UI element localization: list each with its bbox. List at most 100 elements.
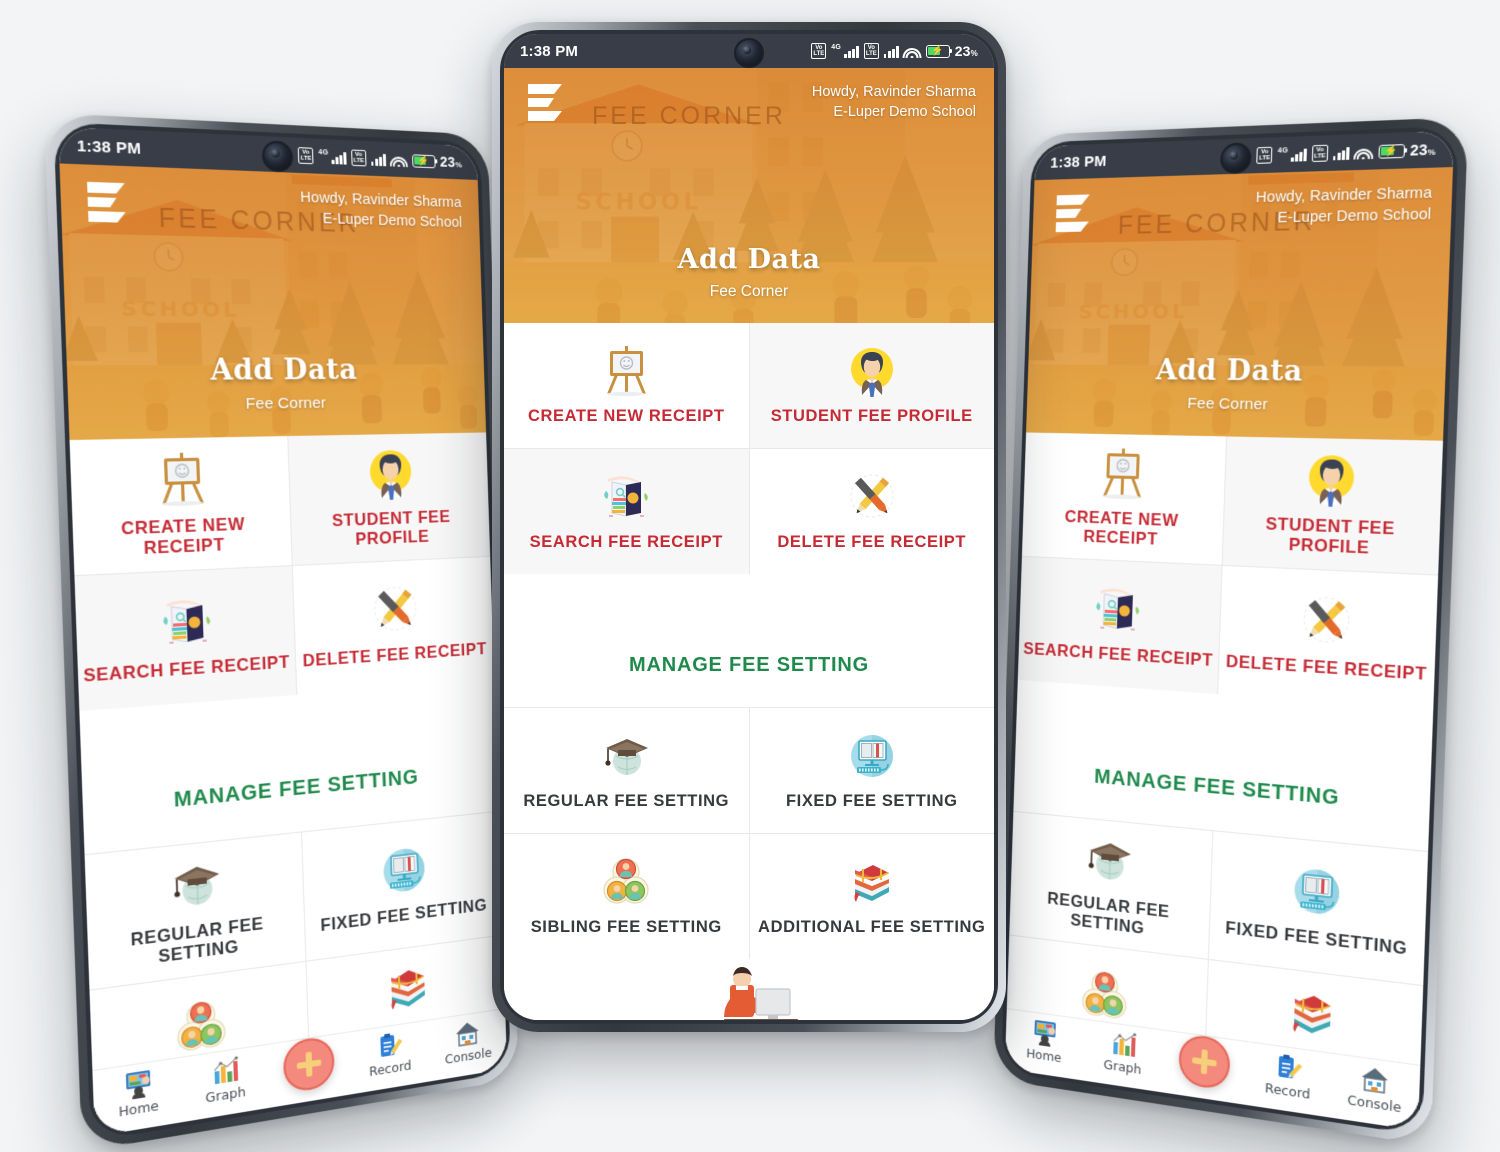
nav-item-record[interactable]: Record (1253, 1049, 1324, 1103)
battery-percent: 23% (955, 43, 978, 59)
network-type-label: 4G (318, 149, 328, 157)
nav-item-home[interactable]: Home (1012, 1016, 1076, 1067)
battery-charging-icon: ⚡ (412, 154, 436, 168)
e-luper-logo (1052, 190, 1094, 235)
tile-search-fee-receipt[interactable]: SEARCH FEE RECEIPT (1018, 557, 1221, 694)
nav-item-record[interactable]: Record (357, 1028, 423, 1081)
wifi-icon (1354, 145, 1373, 159)
phone-mockup-right: 1:38 PM VoLTE 4G VoLTE ⚡ 23% (993, 117, 1468, 1145)
nav-item-add[interactable] (1170, 1038, 1239, 1099)
greeting-block: Howdy, Ravinder Sharma E-Luper Demo Scho… (1255, 183, 1433, 229)
tile-sibling-fee-setting[interactable]: SIBLING FEE SETTING (504, 834, 749, 959)
tile-label: ADDITIONAL FEE SETTING (758, 918, 985, 936)
nav-item-add[interactable] (275, 1040, 344, 1102)
screenshot-stage: 1:38 PM VoLTE 4G VoLTE ⚡ 23% (0, 0, 1500, 1000)
tile-search-fee-receipt[interactable]: SEARCH FEE RECEIPT (74, 566, 295, 711)
signal-bars-icon (331, 150, 346, 164)
battery-percent: 23% (440, 153, 463, 170)
tile-create-new-receipt[interactable]: CREATE NEW RECEIPT (504, 323, 749, 448)
section-spacer (504, 574, 994, 654)
tile-label: DELETE FEE RECEIPT (1225, 653, 1427, 685)
tile-regular-fee-setting[interactable]: REGULAR FEE SETTING (504, 708, 749, 833)
signal-bars-icon (1291, 147, 1307, 161)
tile-label: SEARCH FEE RECEIPT (530, 533, 723, 551)
battery-charging-icon: ⚡ (926, 45, 950, 58)
app-header: SCHOOL (1026, 167, 1453, 441)
tile-label: REGULAR FEE SETTING (92, 910, 300, 974)
tile-label: REGULAR FEE SETTING (1013, 886, 1205, 944)
tile-additional-fee-setting[interactable]: ADDITIONAL FEE SETTING (750, 834, 995, 959)
nav-item-graph[interactable]: Graph (1090, 1027, 1156, 1079)
nav-item-console[interactable]: Console (1338, 1061, 1411, 1117)
tile-create-new-receipt[interactable]: CREATE NEW RECEIPT (70, 436, 292, 575)
nav-item-graph[interactable]: Graph (189, 1052, 260, 1108)
phone-mockup-center: 1:38 PM VoLTE 4G VoLTE ⚡ 23% (492, 22, 1006, 1032)
phone-screen: 1:38 PM VoLTE 4G VoLTE ⚡ 23% (504, 34, 994, 1020)
add-data-grid: CREATE NEW RECEIPT (504, 323, 994, 574)
volte-icon: VoLTE (811, 43, 826, 59)
house-icon (454, 1019, 481, 1049)
add-plus-fab-icon[interactable] (283, 1035, 335, 1094)
add-data-grid: CREATE NEW RECEIPT (70, 432, 495, 711)
signal-bars-icon-2 (1333, 146, 1349, 160)
app-screen: 1:38 PM VoLTE 4G VoLTE ⚡ 23% (1005, 130, 1455, 1130)
greeting-school: E-Luper Demo School (812, 102, 976, 122)
home-dashboard-icon (1031, 1018, 1059, 1047)
tile-label: SIBLING FEE SETTING (531, 918, 722, 936)
tile-label: DELETE FEE RECEIPT (777, 533, 966, 551)
open-book-icon (154, 593, 220, 652)
graduation-cap-globe-icon (596, 730, 656, 782)
signal-bars-icon-2 (371, 152, 386, 166)
crossed-pen-pencil-icon (365, 582, 425, 638)
student-avatar-icon (842, 345, 902, 397)
nav-item-home[interactable]: Home (101, 1065, 175, 1122)
volte-icon: VoLTE (298, 147, 314, 164)
tile-label: CREATE NEW RECEIPT (1026, 507, 1219, 551)
tile-delete-fee-receipt[interactable]: DELETE FEE RECEIPT (292, 557, 494, 695)
status-icons: VoLTE 4G VoLTE ⚡ 23% (811, 43, 978, 59)
graduation-cap-globe-icon (1079, 832, 1140, 890)
manage-fee-setting-title: MANAGE FEE SETTING (504, 654, 994, 707)
manage-fee-grid: REGULAR FEE SETTING (504, 708, 994, 959)
person-at-desk-illustration (504, 959, 994, 1020)
status-time: 1:38 PM (520, 43, 578, 60)
tile-label: STUDENT FEE PROFILE (771, 407, 973, 425)
tile-label: CREATE NEW RECEIPT (528, 407, 725, 425)
tile-student-fee-profile[interactable]: STUDENT FEE PROFILE (1222, 436, 1443, 574)
clipboard-pencil-icon (1273, 1052, 1303, 1083)
tile-label: FIXED FEE SETTING (320, 896, 487, 935)
crossed-pen-pencil-icon (1293, 593, 1359, 651)
graduation-cap-globe-icon (163, 854, 229, 916)
volte-icon-2: VoLTE (1312, 145, 1328, 162)
easel-board-icon (149, 451, 215, 508)
app-header: SCHOOL (504, 68, 994, 323)
student-avatar-icon (360, 447, 420, 501)
nav-item-console[interactable]: Console (436, 1016, 500, 1068)
greeting-block: Howdy, Ravinder Sharma E-Luper Demo Scho… (300, 187, 463, 233)
add-plus-fab-icon[interactable] (1178, 1033, 1231, 1091)
tile-label: FIXED FEE SETTING (1225, 919, 1408, 959)
e-luper-logo (82, 177, 130, 226)
tile-student-fee-profile[interactable]: STUDENT FEE PROFILE (750, 323, 995, 448)
page-title: Add Data (504, 244, 994, 275)
tile-student-fee-profile[interactable]: STUDENT FEE PROFILE (288, 432, 490, 565)
tile-label: SEARCH FEE RECEIPT (83, 653, 290, 686)
clipboard-pencil-icon (375, 1030, 403, 1060)
book-stack-icon (378, 958, 438, 1018)
tile-delete-fee-receipt[interactable]: DELETE FEE RECEIPT (1218, 566, 1439, 709)
tile-search-fee-receipt[interactable]: SEARCH FEE RECEIPT (504, 449, 749, 574)
book-stack-icon (842, 856, 902, 908)
e-luper-logo (524, 80, 566, 124)
tile-regular-fee-setting[interactable]: REGULAR FEE SETTING (1009, 812, 1212, 959)
wifi-icon (390, 153, 407, 167)
phone-mockup-left: 1:38 PM VoLTE 4G VoLTE ⚡ 23% (44, 113, 519, 1152)
header-watermark: FEE CORNER (592, 102, 786, 131)
nav-label: Home (118, 1097, 159, 1119)
nav-label: Record (1265, 1080, 1311, 1102)
nav-label: Console (1347, 1092, 1401, 1116)
tile-delete-fee-receipt[interactable]: DELETE FEE RECEIPT (750, 449, 995, 574)
volte-icon: VoLTE (1257, 147, 1273, 164)
tile-fixed-fee-setting[interactable]: FIXED FEE SETTING (1208, 831, 1428, 985)
tile-create-new-receipt[interactable]: CREATE NEW RECEIPT (1022, 432, 1226, 564)
tile-fixed-fee-setting[interactable]: FIXED FEE SETTING (750, 708, 995, 833)
